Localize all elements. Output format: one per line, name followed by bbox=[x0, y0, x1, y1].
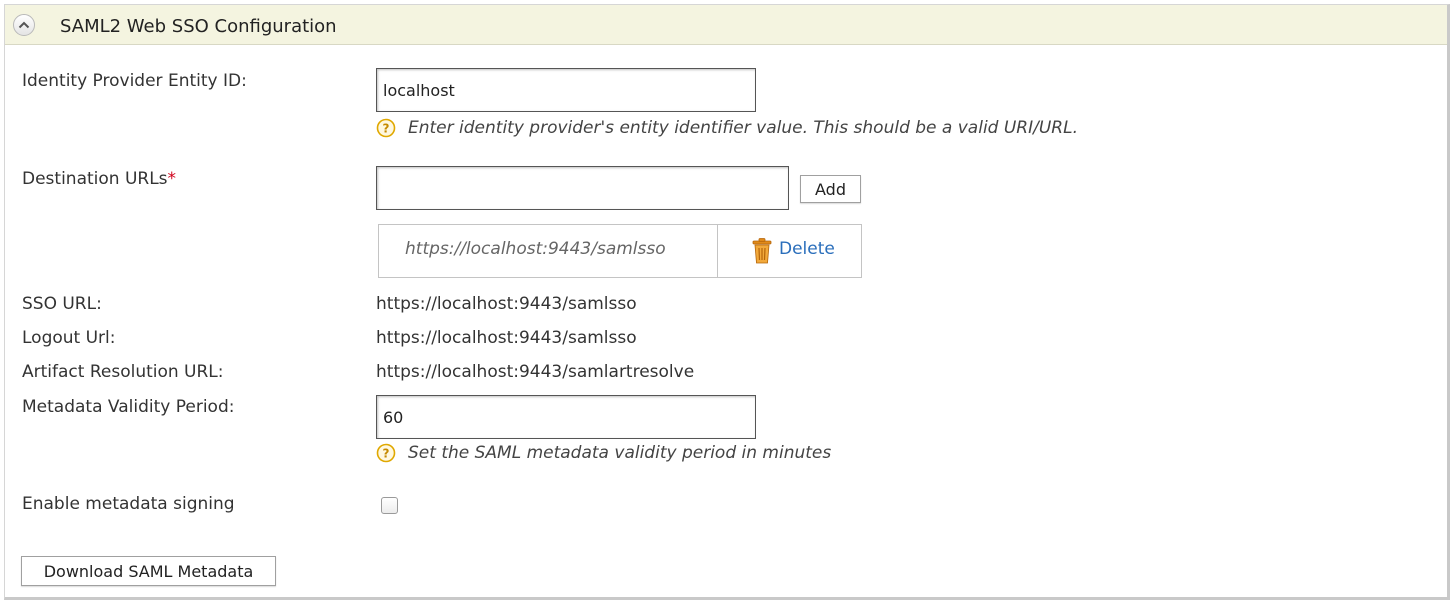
saml2-config-panel: SAML2 Web SSO Configuration Identity Pro… bbox=[4, 4, 1450, 600]
metadata-validity-label: Metadata Validity Period: bbox=[22, 397, 235, 417]
destination-urls-label-text: Destination URLs bbox=[22, 169, 168, 189]
artifact-resolution-url-label: Artifact Resolution URL: bbox=[22, 362, 224, 382]
idp-entity-id-input[interactable] bbox=[376, 68, 756, 112]
sso-url-value: https://localhost:9443/samlsso bbox=[376, 294, 637, 314]
download-saml-metadata-button[interactable]: Download SAML Metadata bbox=[21, 556, 276, 586]
logout-url-label: Logout Url: bbox=[22, 328, 116, 348]
metadata-validity-input[interactable] bbox=[376, 395, 756, 439]
panel-title: SAML2 Web SSO Configuration bbox=[60, 16, 337, 37]
help-icon: ? bbox=[376, 443, 396, 463]
delete-label: Delete bbox=[779, 239, 835, 259]
help-icon: ? bbox=[376, 118, 396, 138]
trash-icon bbox=[752, 238, 772, 264]
idp-entity-id-hint-text: Enter identity provider's entity identif… bbox=[408, 118, 1078, 138]
destination-url-input[interactable] bbox=[376, 166, 789, 210]
delete-destination-url-button[interactable]: Delete bbox=[718, 225, 861, 277]
idp-entity-id-label: Identity Provider Entity ID: bbox=[22, 71, 247, 91]
add-destination-url-button[interactable]: Add bbox=[800, 175, 861, 203]
artifact-resolution-url-value: https://localhost:9443/samlartresolve bbox=[376, 362, 695, 382]
svg-text:?: ? bbox=[383, 122, 390, 136]
svg-text:?: ? bbox=[383, 447, 390, 461]
destination-url-value: https://localhost:9443/samlsso bbox=[405, 239, 666, 259]
collapse-button[interactable] bbox=[13, 14, 35, 36]
sso-url-label: SSO URL: bbox=[22, 294, 102, 314]
required-marker: * bbox=[167, 169, 177, 189]
chevron-up-icon bbox=[18, 21, 30, 29]
destination-url-entry: https://localhost:9443/samlsso bbox=[379, 225, 718, 277]
logout-url-value: https://localhost:9443/samlsso bbox=[376, 328, 637, 348]
panel-header: SAML2 Web SSO Configuration bbox=[5, 5, 1447, 45]
metadata-signing-checkbox[interactable] bbox=[381, 497, 398, 514]
metadata-validity-hint-text: Set the SAML metadata validity period in… bbox=[408, 443, 832, 463]
metadata-signing-label: Enable metadata signing bbox=[22, 494, 235, 514]
destination-url-list: https://localhost:9443/samlsso Delete bbox=[378, 224, 862, 278]
destination-urls-label: Destination URLs* bbox=[22, 169, 176, 189]
